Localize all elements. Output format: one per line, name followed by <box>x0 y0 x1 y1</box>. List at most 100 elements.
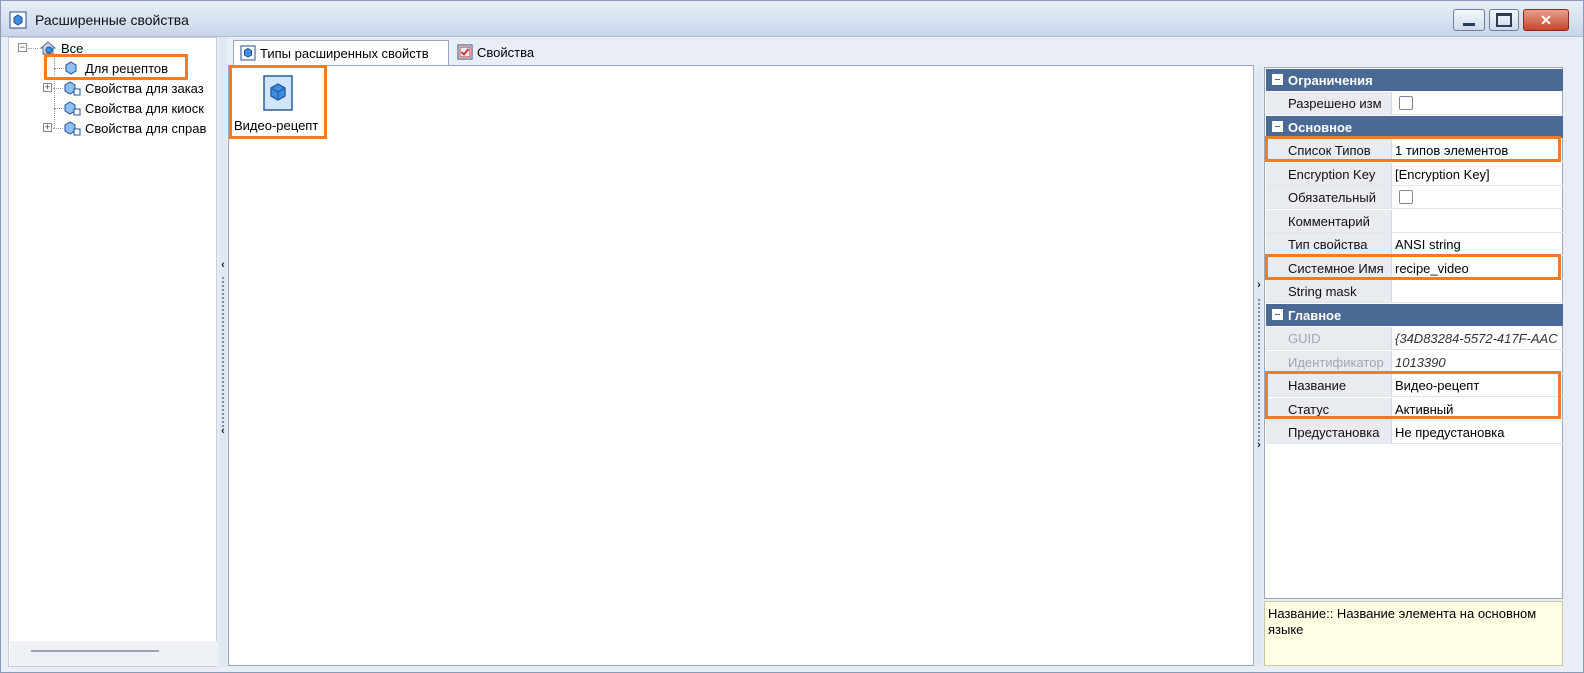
prop-value[interactable]: [Encryption Key] <box>1393 163 1563 185</box>
prop-row-identifier[interactable]: Идентификатор 1013390 <box>1266 351 1563 374</box>
prop-row-system-name[interactable]: Системное Имя recipe_video <box>1266 257 1563 280</box>
prop-value[interactable]: recipe_video <box>1393 257 1563 279</box>
tree-scroll-area <box>10 641 217 666</box>
splitter-grip <box>222 277 224 427</box>
property-type-icon <box>65 61 77 75</box>
prop-name: Статус <box>1266 398 1392 420</box>
property-group-icon <box>64 101 81 116</box>
property-types-view: Видео-рецепт <box>228 65 1254 666</box>
maximize-button[interactable] <box>1489 9 1519 31</box>
category-label: Основное <box>1288 119 1353 135</box>
collapse-left-icon[interactable]: ‹ <box>219 425 227 437</box>
tab-properties[interactable]: Свойства <box>451 40 571 65</box>
category-label: Ограничения <box>1288 72 1373 88</box>
property-group-icon <box>64 121 81 136</box>
prop-name: Комментарий <box>1266 210 1392 232</box>
prop-row-string-mask[interactable]: String mask <box>1266 280 1563 303</box>
tree-item-orders[interactable]: Свойства для заказ <box>63 79 204 97</box>
house-icon <box>39 41 57 55</box>
collapse-category-icon[interactable] <box>1272 74 1283 85</box>
collapse-right-icon[interactable]: › <box>1255 439 1263 451</box>
prop-row-title[interactable]: Название Видео-рецепт <box>1266 374 1563 397</box>
collapse-category-icon[interactable] <box>1272 309 1283 320</box>
tab-label: Типы расширенных свойств <box>260 45 429 61</box>
prop-value[interactable]: 1013390 <box>1393 351 1563 373</box>
prop-value[interactable] <box>1393 92 1563 114</box>
horizontal-scrollbar[interactable] <box>31 650 159 652</box>
checklist-icon <box>457 44 473 60</box>
minimize-button[interactable] <box>1453 9 1485 31</box>
prop-value[interactable]: {34D83284-5572-417F-AAC <box>1393 327 1563 349</box>
close-button[interactable]: ✕ <box>1523 9 1569 31</box>
splitter-grip <box>1258 299 1260 441</box>
prop-name: Тип свойства <box>1266 233 1392 255</box>
prop-value[interactable]: Не предустановка <box>1393 421 1563 443</box>
property-type-item-label: Видео-рецепт <box>234 118 319 133</box>
checkbox[interactable] <box>1399 190 1413 204</box>
prop-name: Идентификатор <box>1266 351 1392 373</box>
prop-name: Название <box>1266 374 1392 396</box>
tab-strip: Типы расширенных свойств Свойства <box>228 37 1256 65</box>
prop-row-comment[interactable]: Комментарий <box>1266 210 1563 233</box>
maximize-icon <box>1490 10 1518 30</box>
prop-name: Список Типов <box>1266 139 1392 161</box>
property-grid: Ограничения Разрешено изм Основное Списо… <box>1264 67 1563 599</box>
tree-line <box>53 88 63 89</box>
collapse-right-icon[interactable]: › <box>1255 279 1263 291</box>
property-type-icon <box>240 45 256 61</box>
tree-root-label: Все <box>61 40 84 56</box>
property-type-large-icon <box>263 75 293 111</box>
prop-value[interactable] <box>1393 280 1563 302</box>
tree-line <box>53 128 63 129</box>
tree-item-label: Свойства для заказ <box>85 80 204 96</box>
category-tree: − Все Для рецептов + Свойства для заказ … <box>8 37 217 667</box>
tree-item-recipes[interactable]: Для рецептов <box>63 59 168 77</box>
checkbox[interactable] <box>1399 96 1413 110</box>
category-general[interactable]: Главное <box>1266 304 1563 326</box>
property-type-item[interactable]: Видео-рецепт <box>231 68 325 138</box>
prop-row-property-type[interactable]: Тип свойства ANSI string <box>1266 233 1563 256</box>
prop-row-type-list[interactable]: Список Типов 1 типов элементов <box>1266 139 1563 162</box>
left-splitter[interactable]: ‹ ‹ <box>219 37 227 667</box>
property-group-icon <box>64 81 81 96</box>
category-label: Главное <box>1288 307 1342 323</box>
right-splitter[interactable]: › › <box>1255 67 1263 667</box>
prop-row-allowed-change[interactable]: Разрешено изм <box>1266 92 1563 115</box>
category-restrictions[interactable]: Ограничения <box>1266 69 1563 91</box>
prop-value[interactable]: Активный <box>1393 398 1563 420</box>
prop-row-preset[interactable]: Предустановка Не предустановка <box>1266 421 1563 444</box>
tab-property-types[interactable]: Типы расширенных свойств <box>233 40 449 65</box>
collapse-category-icon[interactable] <box>1272 121 1283 132</box>
prop-name: Encryption Key <box>1266 163 1392 185</box>
prop-value[interactable] <box>1393 210 1563 232</box>
prop-row-status[interactable]: Статус Активный <box>1266 398 1563 421</box>
prop-row-encryption-key[interactable]: Encryption Key [Encryption Key] <box>1266 163 1563 186</box>
tree-line <box>28 48 38 49</box>
prop-row-guid[interactable]: GUID {34D83284-5572-417F-AAC <box>1266 327 1563 350</box>
prop-name: Предустановка <box>1266 421 1392 443</box>
property-description: Название:: Название элемента на основном… <box>1264 601 1563 666</box>
tree-collapse-icon[interactable]: − <box>18 43 27 52</box>
tree-item-label: Свойства для киоск <box>85 100 204 116</box>
tree-item-reference[interactable]: Свойства для справ <box>63 119 206 137</box>
prop-value[interactable] <box>1393 186 1563 208</box>
tree-item-label: Для рецептов <box>85 60 169 76</box>
tree-item-kiosk[interactable]: Свойства для киоск <box>63 99 204 117</box>
prop-value[interactable]: 1 типов элементов <box>1393 139 1563 161</box>
close-icon: ✕ <box>1540 11 1552 28</box>
collapse-left-icon[interactable]: ‹ <box>219 259 227 271</box>
tab-label: Свойства <box>477 45 535 60</box>
prop-name: Системное Имя <box>1266 257 1392 279</box>
prop-name: GUID <box>1266 327 1392 349</box>
tree-expand-icon[interactable]: + <box>43 83 52 92</box>
main-window: Расширенные свойства ✕ − Все Для рецепто… <box>0 0 1584 673</box>
prop-name: Обязательный <box>1266 186 1392 208</box>
tree-root[interactable]: Все <box>39 39 83 57</box>
prop-value[interactable]: Видео-рецепт <box>1393 374 1563 396</box>
prop-row-required[interactable]: Обязательный <box>1266 186 1563 209</box>
tree-expand-icon[interactable]: + <box>43 123 52 132</box>
category-main[interactable]: Основное <box>1266 116 1563 138</box>
minimize-icon <box>1454 10 1484 30</box>
window-app-icon <box>9 11 27 29</box>
prop-value[interactable]: ANSI string <box>1393 233 1563 255</box>
